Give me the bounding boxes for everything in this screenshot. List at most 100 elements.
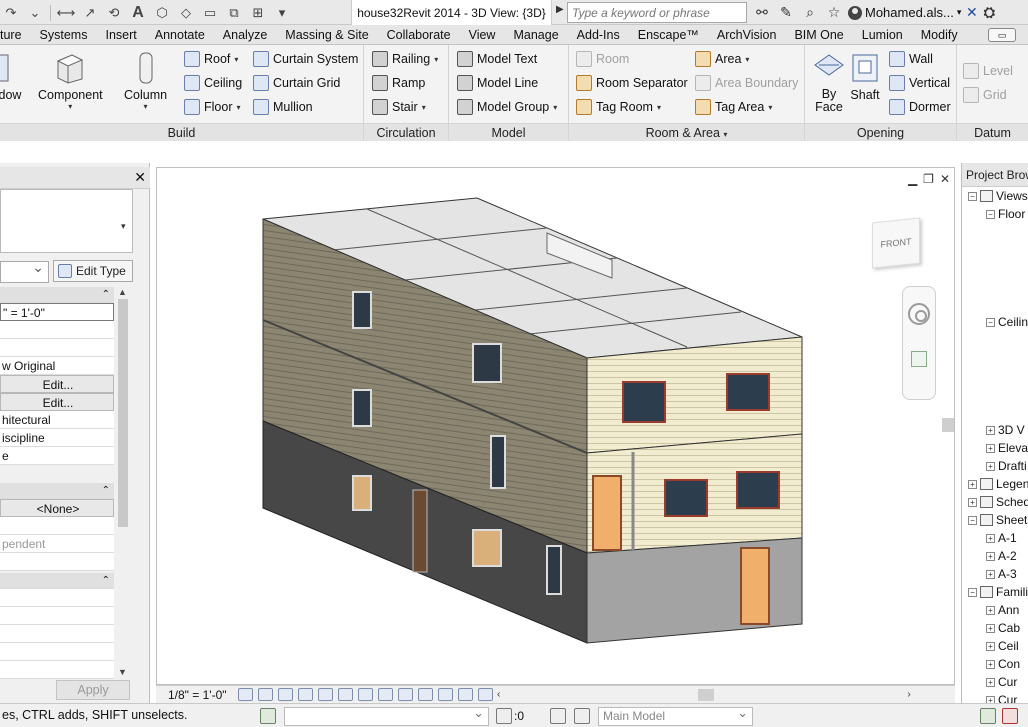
highlight-displacement-icon[interactable]	[478, 688, 493, 701]
show-crop-icon[interactable]	[358, 688, 373, 701]
ribbon-tab[interactable]: Systems	[31, 25, 97, 45]
level-button[interactable]: Level	[963, 61, 1013, 81]
dimension-icon[interactable]: ↗	[79, 3, 101, 23]
default-3d-view-icon[interactable]: ⬡	[151, 3, 173, 23]
curtain-grid-button[interactable]: Curtain Grid	[253, 73, 340, 93]
user-account[interactable]: Mohamed.als... ▾	[848, 2, 961, 23]
browser-tree-item[interactable]: + Con	[986, 655, 1020, 673]
expand-toggle-icon[interactable]: −	[968, 191, 977, 201]
area-boundary-button[interactable]: Area Boundary	[695, 73, 798, 93]
stair-button[interactable]: Stair ▾	[372, 97, 426, 117]
exchange-apps-icon[interactable]: ✕	[966, 4, 978, 21]
by-face-button[interactable]: By Face	[813, 51, 845, 114]
scroll-right-icon[interactable]: ›	[907, 689, 910, 700]
area-button[interactable]: Area ▾	[695, 49, 749, 69]
worksets-icon[interactable]	[260, 708, 276, 724]
close-hidden-icon[interactable]: ⧉	[223, 3, 245, 23]
search-expand-icon[interactable]: ▶	[556, 4, 564, 15]
expand-toggle-icon[interactable]: +	[986, 677, 995, 687]
expand-toggle-icon[interactable]: +	[986, 569, 995, 579]
dormer-button[interactable]: Dormer	[889, 97, 951, 117]
browser-tree-item[interactable]: + Ann	[986, 601, 1019, 619]
phase-filter-value[interactable]: <None>	[0, 499, 114, 517]
lock-3d-view-icon[interactable]	[378, 688, 393, 701]
design-option-select[interactable]: Main Model	[598, 704, 753, 726]
expand-toggle-icon[interactable]: +	[986, 659, 995, 669]
ribbon-tab[interactable]: View	[460, 25, 505, 45]
browser-tree-item[interactable]: − Sheets	[968, 511, 1028, 529]
ceiling-button[interactable]: Ceiling	[184, 73, 242, 93]
browser-tree-item[interactable]: + A-3	[986, 565, 1017, 583]
model-group-button[interactable]: Model Group ▾	[457, 97, 557, 117]
room-separator-button[interactable]: Room Separator	[576, 73, 688, 93]
group-header[interactable]: ⌃	[0, 573, 114, 589]
column-button[interactable]: Column ▾	[124, 51, 167, 111]
browser-tree-item[interactable]: + Schedules	[968, 493, 1028, 511]
browser-tree-item[interactable]: + Ceil	[986, 637, 1019, 655]
sun-path-icon[interactable]	[278, 688, 293, 701]
temp-hide-icon[interactable]	[398, 688, 413, 701]
ribbon-tab[interactable]: Enscape™	[629, 25, 708, 45]
ribbon-tab[interactable]: Massing & Site	[276, 25, 377, 45]
browser-tree-item[interactable]: − Families	[968, 583, 1028, 601]
restore-icon[interactable]: ❐	[923, 172, 934, 186]
ribbon-tab[interactable]: ture	[0, 25, 31, 45]
tag-area-button[interactable]: Tag Area ▾	[695, 97, 772, 117]
wall-opening-button[interactable]: Wall	[889, 49, 933, 69]
shaft-button[interactable]: Shaft	[849, 51, 881, 102]
tag-room-button[interactable]: Tag Room ▾	[576, 97, 661, 117]
communication-icon[interactable]: ⌕	[800, 3, 820, 23]
room-button[interactable]: Room	[576, 49, 629, 69]
expand-toggle-icon[interactable]: +	[968, 479, 977, 489]
workset-select[interactable]	[284, 704, 489, 726]
close-icon[interactable]: ✕	[940, 172, 950, 186]
expand-toggle-icon[interactable]: +	[986, 425, 995, 435]
ribbon-tab[interactable]: Lumion	[853, 25, 912, 45]
select-links-icon[interactable]	[980, 708, 996, 724]
favorites-star-icon[interactable]: ☆	[824, 3, 844, 23]
scrollbar-thumb[interactable]	[698, 688, 715, 701]
grid-button[interactable]: Grid	[963, 85, 1007, 105]
viewport-scrollbar-thumb[interactable]	[942, 418, 954, 432]
visual-style-icon[interactable]	[258, 688, 273, 701]
editable-only-icon[interactable]	[550, 708, 566, 724]
scroll-down-icon[interactable]: ▼	[118, 667, 127, 677]
text-icon[interactable]: A	[127, 3, 149, 23]
model-text-button[interactable]: Model Text	[457, 49, 537, 69]
expand-toggle-icon[interactable]: −	[986, 209, 995, 219]
scrollbar-thumb[interactable]	[118, 299, 128, 527]
scroll-left-icon[interactable]: ‹	[497, 689, 500, 700]
browser-tree-item[interactable]: + Legends	[968, 475, 1028, 493]
ribbon-tab[interactable]: BIM One	[785, 25, 852, 45]
close-icon[interactable]: ✕	[134, 169, 146, 186]
properties-scrollbar[interactable]: ▲ ▼	[116, 287, 130, 677]
tag-icon[interactable]: ⟲	[103, 3, 125, 23]
measure-icon[interactable]: ⟷	[55, 3, 77, 23]
apply-button[interactable]: Apply	[56, 680, 130, 700]
expand-toggle-icon[interactable]: +	[986, 623, 995, 633]
dropdown-icon[interactable]: ⌄	[24, 3, 46, 23]
expand-toggle-icon[interactable]: −	[968, 515, 977, 525]
view-scale-field[interactable]: " = 1'-0"	[0, 303, 114, 321]
detail-level-icon[interactable]	[238, 688, 253, 701]
front-door-lower[interactable]	[740, 547, 770, 625]
ribbon-tab[interactable]: Insert	[96, 25, 145, 45]
customize-qat-icon[interactable]: ▾	[271, 3, 293, 23]
browser-tree-item[interactable]: + A-2	[986, 547, 1017, 565]
ribbon-tab[interactable]: ArchVision	[708, 25, 786, 45]
steering-wheel-icon[interactable]	[908, 303, 930, 325]
group-header[interactable]: ⌃	[0, 483, 114, 499]
search-input[interactable]	[567, 2, 747, 23]
expand-toggle-icon[interactable]: +	[986, 533, 995, 543]
ribbon-tab[interactable]: Manage	[504, 25, 567, 45]
render-icon[interactable]	[318, 688, 333, 701]
group-header[interactable]: ⌃	[0, 287, 114, 303]
shadows-icon[interactable]	[298, 688, 313, 701]
mullion-button[interactable]: Mullion	[253, 97, 313, 117]
component-button[interactable]: Component ▾	[38, 51, 103, 111]
expand-toggle-icon[interactable]: −	[986, 317, 995, 327]
design-options-icon[interactable]	[574, 708, 590, 724]
vertical-opening-button[interactable]: Vertical	[889, 73, 950, 93]
ribbon-tab[interactable]: Collaborate	[378, 25, 460, 45]
zoom-icon[interactable]	[911, 351, 927, 367]
